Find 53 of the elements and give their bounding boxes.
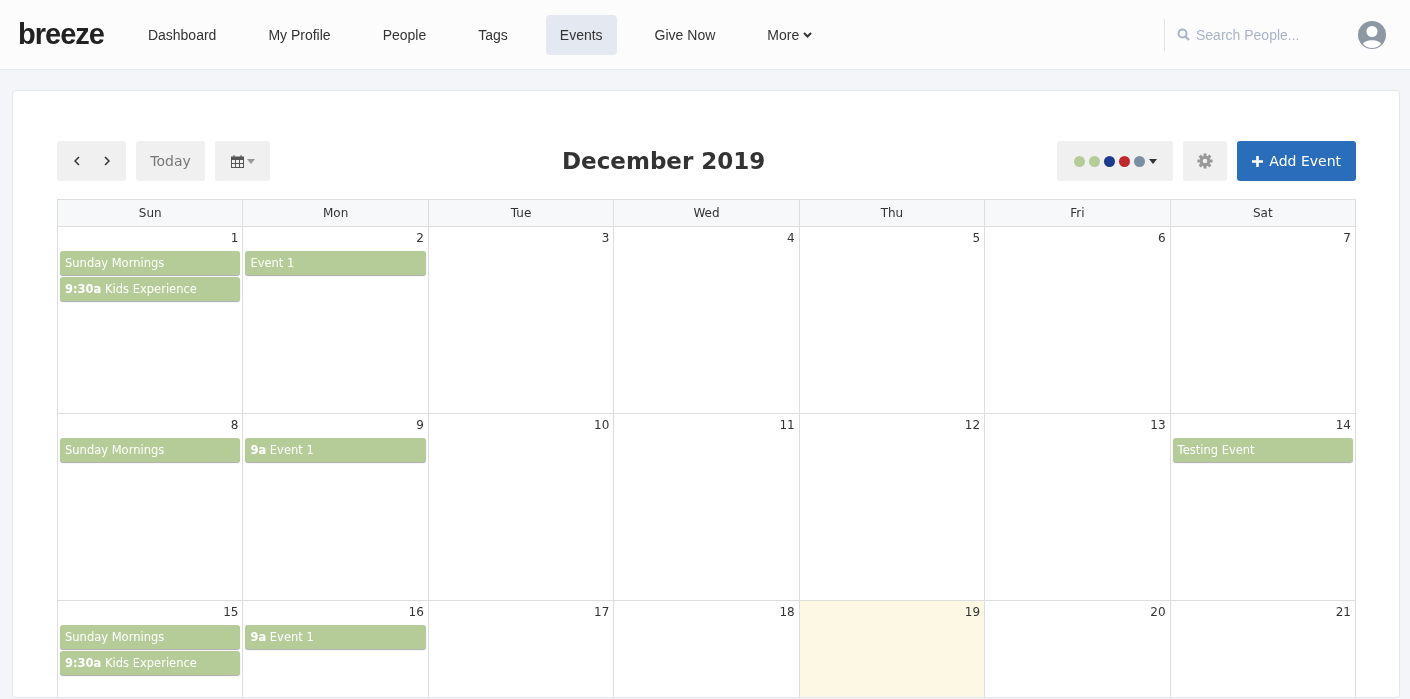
caret-icon [1148, 158, 1157, 164]
calendar-title: December 2019 [561, 148, 767, 174]
calendar-view-button[interactable] [215, 141, 270, 181]
day-number: 15 [222, 604, 240, 621]
avatar-icon[interactable] [1357, 19, 1387, 50]
day-number: 1 [229, 230, 240, 247]
day-number: 8 [229, 417, 240, 434]
day-number: 10 [593, 417, 611, 434]
chevron-down-icon [803, 31, 813, 38]
nav-link[interactable]: Events [545, 14, 617, 55]
caret-icon [246, 158, 255, 164]
day-number: 18 [778, 604, 796, 621]
day-number: 5 [971, 230, 982, 247]
weekday-header: Wed [614, 200, 800, 227]
day-number: 12 [963, 417, 982, 434]
nav-link[interactable]: More [753, 14, 827, 55]
day-number: 9 [415, 417, 425, 434]
day-number: 7 [1342, 230, 1352, 247]
day-number: 17 [593, 604, 611, 621]
weekday-header: Thu [799, 200, 986, 227]
day-number: 19 [963, 604, 982, 621]
day-number: 3 [600, 230, 611, 247]
settings-button[interactable] [1183, 141, 1228, 181]
day-number: 2 [415, 230, 425, 247]
day-number: 11 [778, 417, 796, 434]
weekday-header: Fri [985, 200, 1171, 227]
weekday-header: Sat [1170, 200, 1356, 227]
nav-link[interactable]: My Profile [254, 14, 345, 55]
weekday-header: Tue [428, 200, 615, 227]
nav-link[interactable]: Dashboard [133, 14, 231, 55]
chevron-right-icon [103, 156, 110, 166]
day-number: 20 [1149, 604, 1167, 621]
color-filter-button[interactable] [1057, 141, 1174, 181]
search-field[interactable]: Search People... [1194, 25, 1328, 44]
day-number: 6 [1156, 230, 1167, 247]
day-number: 13 [1149, 417, 1167, 434]
today-button[interactable]: Today [136, 141, 205, 181]
plus-icon [1252, 155, 1264, 167]
nav-link[interactable]: Give Now [640, 14, 730, 55]
weekday-header: Mon [243, 200, 429, 227]
add-event-button[interactable]: Add Event [1237, 141, 1356, 181]
nav-link[interactable]: People [368, 14, 441, 55]
nav-link[interactable]: Tags [464, 14, 522, 55]
weekday-header: Sun [58, 200, 244, 227]
calendar-icon [230, 154, 244, 168]
search-icon [1177, 28, 1190, 41]
day-number: 14 [1334, 417, 1352, 434]
day-number: 16 [407, 604, 425, 621]
chevron-left-icon [73, 156, 80, 166]
day-number: 4 [786, 230, 796, 247]
day-number: 21 [1334, 604, 1352, 621]
logo[interactable]: breeze [18, 18, 104, 51]
settings-icon [1197, 152, 1214, 170]
